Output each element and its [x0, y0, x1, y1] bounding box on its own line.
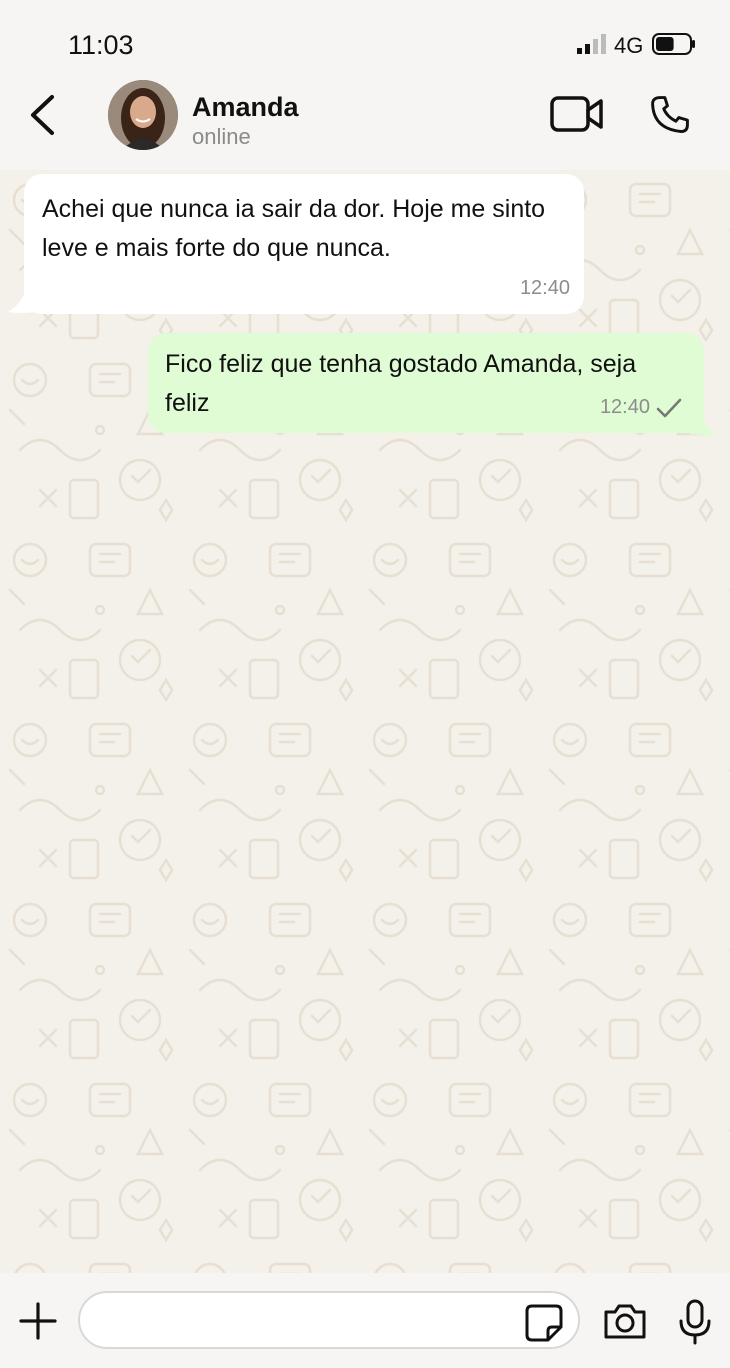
contact-name[interactable]: Amanda	[192, 92, 299, 123]
network-type: 4G	[614, 33, 644, 58]
chevron-left-icon	[31, 95, 54, 135]
video-camera-icon	[550, 96, 603, 132]
message-timestamp: 12:40	[599, 396, 650, 418]
microphone-icon	[679, 1299, 711, 1345]
chat-area[interactable]: Achei que nunca ia sair da dor. Hoje me …	[0, 170, 730, 1273]
attach-button[interactable]	[18, 1301, 58, 1341]
chat-header: Amanda online	[0, 80, 730, 170]
video-call-button[interactable]	[550, 94, 604, 134]
camera-icon	[604, 1304, 646, 1339]
contact-status: online	[192, 124, 251, 149]
message-meta: 12:40	[600, 388, 682, 427]
microphone-button[interactable]	[678, 1299, 712, 1345]
clock: 11:03	[68, 30, 134, 60]
sticker-button[interactable]	[524, 1303, 564, 1343]
camera-button[interactable]	[602, 1301, 648, 1341]
back-button[interactable]	[22, 92, 62, 138]
phone-icon	[651, 96, 689, 133]
battery-icon	[652, 33, 695, 55]
voice-call-button[interactable]	[648, 92, 692, 138]
message-bubble-outgoing[interactable]: Fico feliz que tenha gostado Amanda, sej…	[148, 333, 704, 433]
sticker-icon	[525, 1304, 563, 1342]
signal-strength-icon	[577, 34, 606, 54]
plus-icon	[19, 1302, 57, 1340]
status-bar: 11:03 4G	[0, 0, 730, 80]
message-bubble-incoming[interactable]: Achei que nunca ia sair da dor. Hoje me …	[24, 174, 584, 314]
composer-bar	[0, 1273, 730, 1368]
message-input-container[interactable]	[78, 1291, 580, 1349]
message-timestamp: 12:40	[519, 277, 570, 299]
message-text: Achei que nunca ia sair da dor. Hoje me …	[42, 195, 546, 262]
message-input[interactable]	[100, 1303, 524, 1339]
single-check-icon	[656, 398, 682, 417]
avatar[interactable]	[108, 80, 178, 150]
